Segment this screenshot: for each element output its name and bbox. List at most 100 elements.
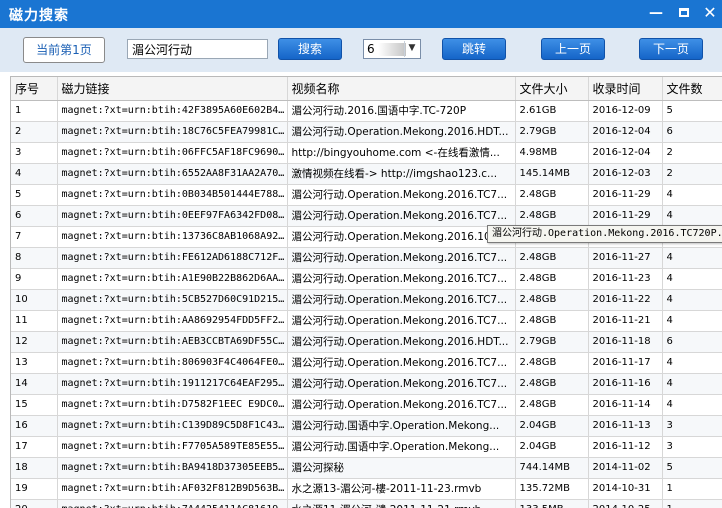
table-row[interactable]: 11 magnet:?xt=urn:btih:AA8692954FDD5FF2..… [11,310,722,332]
results-table: 序号 磁力链接 视频名称 文件大小 收录时间 文件数 1 magnet:?xt=u… [11,77,722,508]
table-row[interactable]: 3 magnet:?xt=urn:btih:06FFC5AF18FC9690...… [11,142,722,164]
column-header-magnet[interactable]: 磁力链接 [57,77,288,101]
added-date: 2016-11-27 [588,247,663,269]
table-row[interactable]: 5 magnet:?xt=urn:btih:0B034B501444E788...… [11,184,722,206]
column-header-date[interactable]: 收录时间 [588,77,663,101]
added-date: 2016-11-14 [588,394,663,416]
video-name: 湄公河行动.Operation.Mekong.2016.TC7... [287,205,516,227]
video-name: 湄公河行动.Operation.Mekong.2016.HDT... [287,121,516,143]
table-row[interactable]: 16 magnet:?xt=urn:btih:C139D89C5D8F1C43..… [11,415,722,437]
row-index: 20 [11,499,58,508]
prev-page-button[interactable]: 上一页 [541,38,605,60]
added-date: 2016-11-23 [588,268,663,290]
video-name: 湄公河行动.国语中字.Operation.Mekong... [287,415,516,437]
page-select-value: 6 [367,42,375,56]
table-row[interactable]: 6 magnet:?xt=urn:btih:0EEF97FA6342FD08...… [11,205,722,227]
table-row[interactable]: 10 magnet:?xt=urn:btih:5CB527D60C91D215..… [11,289,722,311]
file-count: 4 [662,289,722,311]
added-date: 2014-10-25 [588,499,663,508]
column-header-index[interactable]: 序号 [11,77,58,101]
file-size: 2.48GB [515,268,589,290]
table-row[interactable]: 9 magnet:?xt=urn:btih:A1E90B22B862D6AA...… [11,268,722,290]
search-input[interactable] [127,39,268,59]
next-page-button[interactable]: 下一页 [639,38,703,60]
table-row[interactable]: 17 magnet:?xt=urn:btih:F7705A589TE85E55..… [11,436,722,458]
row-index: 19 [11,478,58,500]
magnet-link: magnet:?xt=urn:btih:5CB527D60C91D215... [57,289,288,311]
table-row[interactable]: 4 magnet:?xt=urn:btih:6552AA8F31AA2A70...… [11,163,722,185]
table-row[interactable]: 18 magnet:?xt=urn:btih:BA9418D37305EEB5..… [11,457,722,479]
table-row[interactable]: 15 magnet:?xt=urn:btih:D7582F1EEC E9DC01.… [11,394,722,416]
magnet-link: magnet:?xt=urn:btih:18C76C5FEA79981C... [57,121,288,143]
magnet-link: magnet:?xt=urn:btih:F7705A589TE85E55... [57,436,288,458]
video-name: 湄公河行动.Operation.Mekong.2016.TC7... [287,184,516,206]
row-index: 10 [11,289,58,311]
file-count: 4 [662,373,722,395]
file-count: 4 [662,184,722,206]
jump-button[interactable]: 跳转 [442,38,506,60]
table-row[interactable]: 2 magnet:?xt=urn:btih:18C76C5FEA79981C...… [11,121,722,143]
magnet-link: magnet:?xt=urn:btih:AA8692954FDD5FF2... [57,310,288,332]
row-index: 3 [11,142,58,164]
table-row[interactable]: 1 magnet:?xt=urn:btih:42F3895A60E602B4...… [11,100,722,122]
row-index: 4 [11,163,58,185]
file-size: 4.98MB [515,142,589,164]
table-row[interactable]: 19 magnet:?xt=urn:btih:AF032F812B9D563B..… [11,478,722,500]
video-name: 湄公河行动.Operation.Mekong.2016.TC7... [287,289,516,311]
magnet-link: magnet:?xt=urn:btih:C139D89C5D8F1C43... [57,415,288,437]
close-icon[interactable]: ✕ [698,2,722,24]
added-date: 2016-11-16 [588,373,663,395]
page-select[interactable]: 6 ▼ [363,39,421,59]
magnet-link: magnet:?xt=urn:btih:FE612AD6188C712F... [57,247,288,269]
video-name: 湄公河行动.Operation.Mekong.2016.TC7... [287,247,516,269]
added-date: 2016-11-18 [588,331,663,353]
magnet-link: magnet:?xt=urn:btih:06FFC5AF18FC9690... [57,142,288,164]
magnet-link: magnet:?xt=urn:btih:A1E90B22B862D6AA... [57,268,288,290]
magnet-link: magnet:?xt=urn:btih:0B034B501444E788... [57,184,288,206]
table-row[interactable]: 8 magnet:?xt=urn:btih:FE612AD6188C712F...… [11,247,722,269]
video-name: 湄公河探秘 [287,457,516,479]
file-size: 2.48GB [515,205,589,227]
added-date: 2016-11-29 [588,184,663,206]
search-button[interactable]: 搜索 [278,38,342,60]
column-header-count[interactable]: 文件数 [662,77,722,101]
file-count: 4 [662,310,722,332]
chevron-down-icon[interactable]: ▼ [404,41,419,57]
added-date: 2016-11-21 [588,310,663,332]
magnet-link: magnet:?xt=urn:btih:42F3895A60E602B4... [57,100,288,122]
row-index: 15 [11,394,58,416]
file-size: 2.79GB [515,331,589,353]
table-row[interactable]: 14 magnet:?xt=urn:btih:1911217C64EAF295..… [11,373,722,395]
row-index: 8 [11,247,58,269]
video-name: 湄公河行动.Operation.Mekong.2016.TC7... [287,310,516,332]
file-size: 2.79GB [515,121,589,143]
video-name: 湄公河行动.2016.国语中字.TC-720P [287,100,516,122]
file-count: 2 [662,142,722,164]
table-row[interactable]: 20magnet:?xt=urn:btih:7A4425411AC81619..… [11,499,722,508]
file-size: 2.48GB [515,373,589,395]
current-page-button[interactable]: 当前第1页 [23,37,105,63]
added-date: 2016-11-17 [588,352,663,374]
table-row[interactable]: 12 magnet:?xt=urn:btih:AEB3CCBTA69DF55C..… [11,331,722,353]
results-grid[interactable]: 序号 磁力链接 视频名称 文件大小 收录时间 文件数 1 magnet:?xt=u… [10,76,722,508]
file-size: 2.61GB [515,100,589,122]
column-header-name[interactable]: 视频名称 [287,77,516,101]
video-name: 湄公河行动.Operation.Mekong.2016.TC7... [287,268,516,290]
file-size: 145.14MB [515,163,589,185]
video-name: 湄公河行动.Operation.Mekong.2016.HDT... [287,331,516,353]
column-header-size[interactable]: 文件大小 [515,77,589,101]
window-title: 磁力搜索 [9,8,69,24]
magnet-link: magnet:?xt=urn:btih:13736C8AB1068A92... [57,226,288,248]
minimize-icon[interactable]: — [644,2,668,24]
magnet-link: magnet:?xt=urn:btih:806903F4C4064FE0... [57,352,288,374]
file-count: 3 [662,415,722,437]
magnet-link: magnet:?xt=urn:btih:6552AA8F31AA2A70... [57,163,288,185]
magnet-link: magnet:?xt=urn:btih:AF032F812B9D563B... [57,478,288,500]
magnet-link: magnet:?xt=urn:btih:BA9418D37305EEB5... [57,457,288,479]
row-index: 13 [11,352,58,374]
table-row[interactable]: 13 magnet:?xt=urn:btih:806903F4C4064FE0..… [11,352,722,374]
maximize-icon[interactable] [672,2,696,24]
file-size: 2.48GB [515,394,589,416]
file-count: 5 [662,457,722,479]
row-index: 11 [11,310,58,332]
